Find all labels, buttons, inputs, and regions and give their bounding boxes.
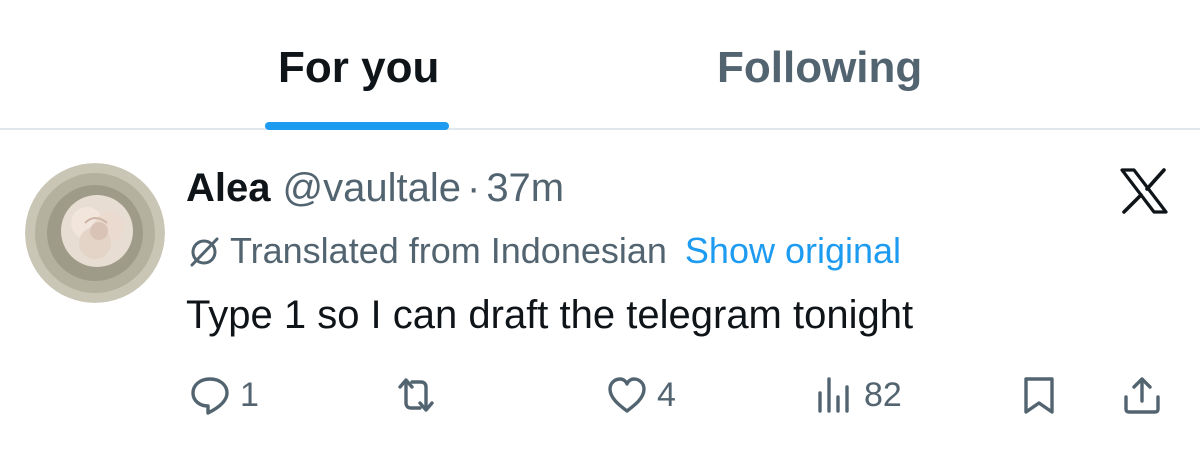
translate-icon bbox=[190, 237, 219, 267]
like-button[interactable]: 4 bbox=[605, 370, 676, 420]
like-count: 4 bbox=[657, 375, 676, 414]
bookmark-icon bbox=[1024, 377, 1054, 414]
views-chart-icon bbox=[818, 377, 849, 413]
active-tab-indicator bbox=[265, 122, 449, 130]
timeline-tabs: For you Following bbox=[0, 0, 1200, 130]
tab-for-you[interactable]: For you bbox=[278, 40, 439, 100]
avatar[interactable] bbox=[25, 163, 165, 303]
tweet-time[interactable]: 37m bbox=[486, 164, 564, 212]
tweet-actions: 1 4 82 bbox=[0, 370, 1200, 420]
views-button[interactable]: 82 bbox=[812, 370, 902, 420]
x-logo-icon[interactable] bbox=[1118, 168, 1170, 214]
author-name[interactable]: Alea bbox=[186, 164, 271, 212]
reply-button[interactable]: 1 bbox=[188, 370, 259, 420]
share-button[interactable] bbox=[1120, 370, 1164, 420]
separator-dot: · bbox=[466, 166, 481, 210]
tweet-header: Alea @vaultale · 37m bbox=[186, 164, 564, 214]
translation-note: Translated from Indonesian bbox=[230, 230, 667, 271]
show-original-link[interactable]: Show original bbox=[685, 230, 901, 272]
tab-following[interactable]: Following bbox=[717, 40, 922, 100]
author-handle[interactable]: @vaultale bbox=[283, 164, 461, 212]
reply-icon bbox=[191, 377, 229, 415]
retweet-icon bbox=[398, 378, 434, 412]
heart-icon bbox=[608, 377, 646, 413]
tweet-text: Type 1 so I can draft the telegram tonig… bbox=[186, 293, 914, 337]
rose-teacup-avatar-image bbox=[25, 163, 165, 303]
share-icon bbox=[1124, 377, 1160, 414]
translation-row: Translated from Indonesian Show original bbox=[186, 228, 901, 274]
retweet-button[interactable] bbox=[394, 370, 438, 420]
reply-count: 1 bbox=[240, 375, 259, 414]
bookmark-button[interactable] bbox=[1017, 370, 1061, 420]
views-count: 82 bbox=[864, 375, 902, 414]
